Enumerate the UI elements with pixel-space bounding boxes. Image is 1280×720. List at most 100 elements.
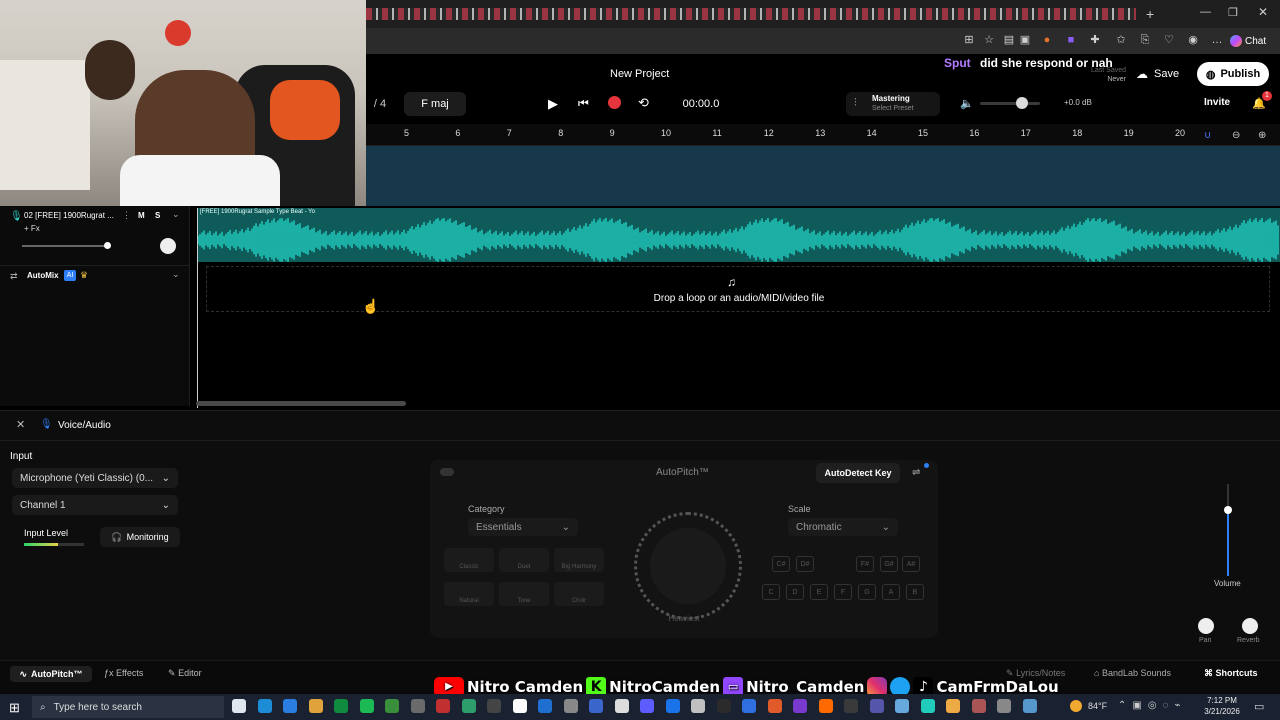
taskbar-app-icon[interactable]: [691, 699, 705, 713]
collections-icon[interactable]: ▣: [1018, 33, 1032, 47]
taskbar-app-icon[interactable]: [232, 699, 246, 713]
magnet-snap-icon[interactable]: ∪: [1204, 130, 1211, 141]
taskbar-app-icon[interactable]: [665, 699, 680, 713]
scale-select[interactable]: Chromatic ⌄: [788, 518, 898, 536]
extension-twitch-icon[interactable]: ■: [1064, 33, 1078, 47]
reverb-knob[interactable]: [1242, 618, 1258, 634]
track-name[interactable]: 02 [FREE] 1900Rugrat ...: [24, 211, 120, 220]
profile-avatar-icon[interactable]: ◉: [1186, 33, 1200, 47]
preset-choir[interactable]: Choir: [554, 582, 604, 606]
taskbar-app-icon[interactable]: [461, 699, 476, 713]
taskbar-app-icon[interactable]: [257, 699, 272, 713]
clock[interactable]: 7:12 PM 3/21/2026: [1196, 695, 1248, 717]
minimize-icon[interactable]: —: [1200, 6, 1211, 18]
taskbar-app-icon[interactable]: [614, 699, 629, 713]
taskbar-app-icon[interactable]: [1022, 699, 1037, 713]
taskbar-search[interactable]: ⌕ Type here to search: [32, 696, 224, 718]
taskbar-app-icon[interactable]: [385, 699, 399, 713]
performance-icon[interactable]: ♡: [1162, 33, 1176, 47]
sidebar-icon[interactable]: ▤: [1002, 33, 1016, 47]
preset-natural[interactable]: Natural: [444, 582, 494, 606]
notifications-icon[interactable]: ▭: [1254, 700, 1264, 713]
zoom-in-icon[interactable]: ⊕: [1258, 130, 1266, 141]
chat-button[interactable]: Chat: [1230, 33, 1274, 49]
taskbar-app-icon[interactable]: [334, 699, 348, 713]
loop-icon[interactable]: ⟲: [638, 95, 649, 111]
master-volume-slider[interactable]: [980, 102, 1040, 105]
taskbar-app-icon[interactable]: [487, 699, 501, 713]
key-d-sharp[interactable]: D#: [796, 556, 814, 572]
taskbar-app-icon[interactable]: [308, 699, 323, 713]
key-g[interactable]: G: [858, 584, 876, 600]
taskbar-app-icon[interactable]: [538, 699, 552, 713]
add-fx-button[interactable]: + Fx: [24, 224, 40, 233]
close-panel-icon[interactable]: ✕: [16, 418, 25, 431]
tab-autopitch[interactable]: ∿ AutoPitch™: [10, 666, 92, 682]
channel-select[interactable]: Channel 1 ⌄: [12, 495, 178, 515]
speaker-mute-icon[interactable]: 🔈: [960, 97, 974, 110]
shortcuts-button[interactable]: ⌘ Shortcuts: [1204, 668, 1258, 679]
mute-button[interactable]: M: [138, 211, 145, 220]
publish-button[interactable]: ◍ Publish: [1197, 62, 1269, 86]
pitch-knob[interactable]: [650, 528, 726, 604]
time-signature[interactable]: / 4: [366, 94, 394, 114]
tray-icons[interactable]: ⌃▣◎◌⌁: [1118, 700, 1187, 711]
track-menu-icon[interactable]: ⋮: [122, 210, 131, 221]
pan-knob[interactable]: [1198, 618, 1214, 634]
preset-duet[interactable]: Duet: [499, 548, 549, 572]
tab-effects[interactable]: ƒx Effects: [104, 668, 143, 678]
key-e[interactable]: E: [810, 584, 828, 600]
track-volume-thumb[interactable]: [104, 242, 111, 249]
browser-tabs[interactable]: [366, 8, 1136, 20]
autopitch-toggle[interactable]: [440, 468, 454, 476]
close-window-icon[interactable]: ✕: [1258, 5, 1268, 19]
record-icon[interactable]: [608, 96, 621, 109]
horizontal-scrollbar[interactable]: [196, 401, 406, 406]
settings-sliders-icon[interactable]: ⇌: [912, 467, 920, 478]
taskbar-app-icon[interactable]: [283, 699, 297, 713]
track-pan-knob[interactable]: [160, 238, 176, 254]
extensions-puzzle-icon[interactable]: ✚: [1088, 33, 1102, 47]
category-select[interactable]: Essentials ⌄: [468, 518, 578, 536]
taskbar-app-icon[interactable]: [793, 699, 807, 713]
taskbar-app-icon[interactable]: [869, 699, 884, 713]
playhead[interactable]: [197, 208, 198, 408]
taskbar-app-icon[interactable]: [844, 699, 858, 713]
taskbar-app-icon[interactable]: [971, 699, 986, 713]
taskbar-app-icon[interactable]: [359, 699, 374, 713]
autodetect-key-button[interactable]: AutoDetect Key: [816, 463, 900, 483]
automix-chevron-icon[interactable]: ⌄: [172, 269, 180, 280]
bandlab-sounds-button[interactable]: ⌂ BandLab Sounds: [1094, 668, 1171, 678]
extension-icon[interactable]: ●: [1040, 33, 1054, 47]
volume-fader-track[interactable]: [1227, 484, 1229, 576]
more-menu-icon[interactable]: …: [1210, 33, 1224, 47]
tab-editor[interactable]: ✎ Editor: [168, 668, 202, 679]
taskbar-app-icon[interactable]: [742, 699, 756, 713]
app-icon[interactable]: ⊞: [962, 33, 976, 47]
mastering-selector[interactable]: ⫶ Mastering Select Preset: [846, 92, 940, 116]
key-g-sharp[interactable]: G#: [880, 556, 898, 572]
favorite-star-icon[interactable]: ☆: [982, 33, 996, 47]
new-tab-icon[interactable]: +: [1146, 6, 1154, 22]
taskbar-app-icon[interactable]: [818, 699, 833, 713]
zoom-out-icon[interactable]: ⊖: [1232, 130, 1240, 141]
windows-start-icon[interactable]: ⊞: [9, 700, 20, 716]
volume-fader-thumb[interactable]: [1224, 506, 1232, 514]
favorites-icon[interactable]: ✩: [1114, 33, 1128, 47]
taskbar-app-icon[interactable]: [436, 699, 450, 713]
save-button[interactable]: ☁ Save: [1136, 64, 1179, 84]
key-a[interactable]: A: [882, 584, 900, 600]
taskbar-app-icon[interactable]: [895, 699, 909, 713]
audio-clip[interactable]: [FREE] 1900Rugrat Sample Type Beat - Yo: [198, 208, 1280, 262]
play-icon[interactable]: ▶: [548, 96, 558, 112]
preset-classic[interactable]: Classic: [444, 548, 494, 572]
track-volume-slider[interactable]: [22, 245, 108, 247]
key-d[interactable]: D: [786, 584, 804, 600]
taskbar-app-icon[interactable]: [946, 699, 960, 713]
key-c-sharp[interactable]: C#: [772, 556, 790, 572]
taskbar-app-icon[interactable]: [920, 699, 935, 713]
project-title[interactable]: New Project: [610, 68, 669, 80]
timeline-ruler[interactable]: 5 6 7 8 9 10 11 12 13 14 15 16 17 18 19 20: [366, 124, 1280, 146]
key-a-sharp[interactable]: A#: [902, 556, 920, 572]
key-f[interactable]: F: [834, 584, 852, 600]
